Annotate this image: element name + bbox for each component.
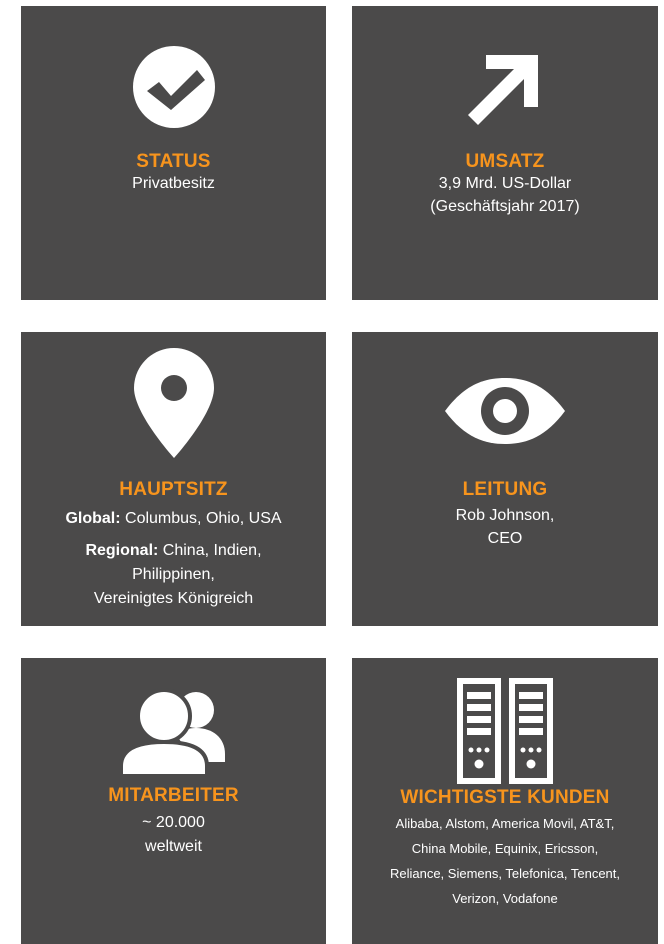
status-value: Privatbesitz [132, 175, 215, 192]
check-circle-icon [132, 46, 215, 128]
map-pin-icon [133, 348, 214, 458]
customers-line-3: Reliance, Siemens, Telefonica, Tencent, [389, 866, 621, 881]
server-icon [457, 678, 553, 784]
revenue-line-2: (Geschäftsjahr 2017) [430, 198, 580, 215]
regional-value-3: Vereinigtes Königreich [93, 590, 254, 607]
customers-line-4: Verizon, Vodafone [452, 891, 558, 906]
revenue-card: UMSATZ 3,9 Mrd. US-Dollar (Geschäftsjahr… [352, 6, 658, 300]
leadership-card: LEITUNG Rob Johnson, CEO [352, 332, 658, 626]
headquarters-global: Global: Columbus, Ohio, USA [21, 508, 326, 529]
global-value: Columbus, Ohio, USA [120, 510, 282, 527]
arrow-up-right-icon [468, 55, 538, 125]
status-heading: STATUS [136, 151, 211, 172]
headquarters-regional: Regional: China, Indien, [21, 540, 326, 561]
regional-value-2: Philippinen, [132, 566, 215, 583]
status-card: STATUS Privatbesitz [21, 6, 326, 300]
customers-heading: WICHTIGSTE KUNDEN [400, 787, 610, 808]
employees-heading: MITARBEITER [108, 785, 239, 806]
leadership-line-1: Rob Johnson, [455, 507, 555, 524]
customers-line-2: China Mobile, Equinix, Ericsson, [411, 841, 599, 856]
revenue-heading: UMSATZ [465, 151, 545, 172]
eye-icon [445, 378, 565, 444]
regional-label: Regional: [85, 542, 159, 559]
regional-value-1: China, Indien, [158, 542, 262, 559]
headquarters-heading: HAUPTSITZ [119, 479, 228, 500]
employees-line-1: ~ 20.000 [142, 814, 205, 831]
people-icon [118, 688, 225, 778]
employees-card: MITARBEITER ~ 20.000 weltweit [21, 658, 326, 944]
global-label: Global: [65, 510, 121, 527]
revenue-line-1: 3,9 Mrd. US-Dollar [438, 175, 572, 192]
headquarters-card: HAUPTSITZ Global: Columbus, Ohio, USA Re… [21, 332, 326, 626]
customers-card: WICHTIGSTE KUNDEN Alibaba, Alstom, Ameri… [352, 658, 658, 944]
leadership-line-2: CEO [487, 530, 523, 547]
employees-line-2: weltweit [145, 838, 202, 855]
leadership-heading: LEITUNG [462, 479, 548, 500]
customers-line-1: Alibaba, Alstom, America Movil, AT&T, [395, 816, 615, 831]
